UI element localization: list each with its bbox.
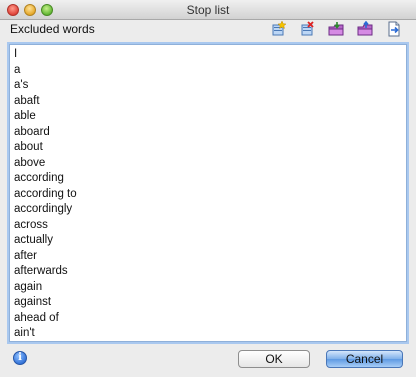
list-item[interactable]: a's — [14, 78, 406, 94]
info-icon[interactable]: i — [13, 351, 27, 365]
list-item[interactable]: above — [14, 156, 406, 172]
list-item[interactable]: according — [14, 171, 406, 187]
list-item[interactable]: ahead of — [14, 311, 406, 327]
list-item[interactable]: according to — [14, 187, 406, 203]
list-item[interactable]: again — [14, 280, 406, 296]
list-item[interactable]: afterwards — [14, 264, 406, 280]
word-list-items: Ia a's abaft able aboard about above according a… — [10, 45, 406, 341]
list-item[interactable]: after — [14, 249, 406, 265]
list-item[interactable]: across — [14, 218, 406, 234]
load-list-button[interactable] — [384, 20, 404, 38]
cancel-button[interactable]: Cancel — [326, 350, 403, 368]
remove-icon — [301, 21, 314, 36]
load-icon — [388, 21, 400, 37]
import-list-button[interactable] — [326, 20, 346, 38]
list-item[interactable]: abaft — [14, 94, 406, 110]
list-item[interactable]: able — [14, 109, 406, 125]
export-list-button[interactable] — [355, 20, 375, 38]
export-icon — [357, 21, 373, 36]
window-title: Stop list — [186, 3, 230, 17]
list-item[interactable]: about — [14, 140, 406, 156]
excluded-words-label: Excluded words — [10, 22, 95, 36]
list-item[interactable]: I — [14, 47, 406, 63]
list-item[interactable]: actually — [14, 233, 406, 249]
list-item[interactable]: aboard — [14, 125, 406, 141]
add-word-button[interactable] — [268, 20, 288, 38]
list-item[interactable]: ain't — [14, 326, 406, 341]
remove-word-button[interactable] — [297, 20, 317, 38]
title-bar: Stop list — [0, 0, 416, 20]
add-icon — [272, 21, 286, 36]
list-item[interactable]: a — [14, 63, 406, 79]
list-item[interactable]: against — [14, 295, 406, 311]
import-icon — [328, 22, 344, 36]
list-toolbar — [268, 20, 404, 38]
stop-words-list[interactable]: Ia a's abaft able aboard about above according a… — [9, 44, 407, 342]
ok-button[interactable]: OK — [238, 350, 310, 368]
list-item[interactable]: accordingly — [14, 202, 406, 218]
